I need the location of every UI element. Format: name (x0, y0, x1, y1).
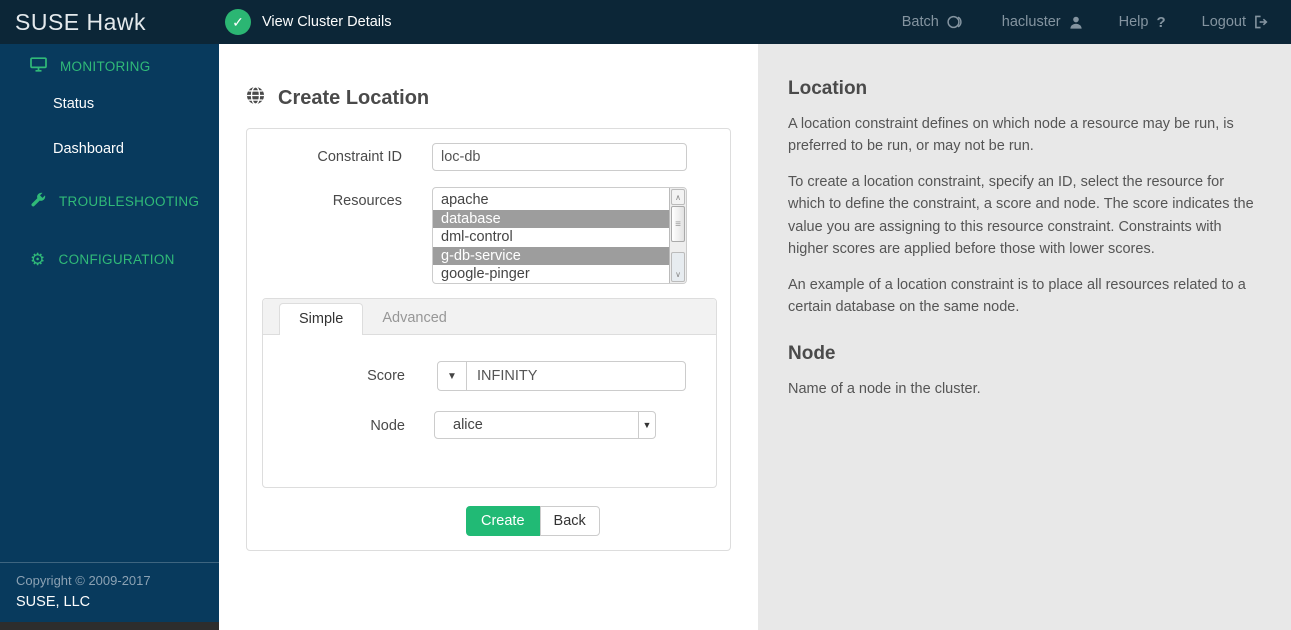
copyright-text: Copyright © 2009-2017 (16, 573, 151, 588)
gear-icon: ⚙ (30, 250, 46, 269)
constraint-id-label: Constraint ID (317, 149, 402, 165)
caret-down-icon: ▼ (447, 370, 457, 382)
node-selected-value: alice (453, 417, 483, 433)
help-icon: ? (1156, 13, 1166, 31)
batch-icon (947, 15, 966, 29)
sidebar-section-configuration[interactable]: ⚙ CONFIGURATION (0, 238, 219, 281)
resource-option[interactable]: google-pinger (433, 265, 669, 283)
sidebar-footer: Copyright © 2009-2017 SUSE, LLC (0, 562, 219, 622)
help-section-node: Node Name of a node in the cluster. (788, 343, 1261, 400)
help-title: Location (788, 78, 868, 99)
sidebar-item-status[interactable]: Status (0, 88, 219, 120)
help-paragraph: Name of a node in the cluster. (788, 380, 981, 397)
help-panel: Location A location constraint defines o… (758, 44, 1291, 630)
score-input[interactable] (466, 361, 686, 391)
sidebar-section-troubleshooting[interactable]: TROUBLESHOOTING (0, 179, 219, 224)
create-button[interactable]: Create (466, 506, 540, 536)
resource-option[interactable]: dml-control (433, 228, 669, 247)
main-content: Create Location Constraint ID Resources … (219, 44, 758, 630)
resources-multiselect[interactable]: apache database dml-control g-db-service… (432, 187, 687, 284)
back-button[interactable]: Back (539, 506, 600, 536)
topnav: Batch hacluster Help ? Logout (902, 14, 1291, 31)
help-paragraph: An example of a location constraint is t… (788, 276, 1246, 316)
score-tab-card: Simple Advanced Score ▼ Node alic (262, 298, 717, 488)
company-text: SUSE, LLC (16, 594, 91, 610)
logout-icon (1254, 15, 1269, 29)
cluster-status-label: View Cluster Details (262, 14, 392, 30)
scroll-down-icon[interactable]: ∨ (671, 252, 685, 282)
sidebar-section-monitoring[interactable]: MONITORING (0, 44, 219, 88)
cluster-ok-check-icon: ✓ (225, 9, 251, 35)
user-menu[interactable]: hacluster (1002, 14, 1083, 30)
resources-options: apache database dml-control g-db-service… (433, 188, 669, 283)
page-title: Create Location (246, 86, 758, 111)
form-actions: Create Back (466, 506, 730, 536)
sidebar-bottom-strip (0, 622, 219, 630)
sidebar: MONITORING Status Dashboard TROUBLESHOOT… (0, 44, 219, 630)
simple-tab-panel: Score ▼ Node alice ▼ (263, 335, 716, 487)
help-paragraph: To create a location constraint, specify… (788, 173, 1254, 258)
score-label: Score (367, 368, 405, 384)
resource-option[interactable]: apache (433, 191, 669, 210)
scrollbar-thumb[interactable]: ≡ (671, 206, 685, 242)
score-preset-dropdown-button[interactable]: ▼ (437, 361, 467, 391)
batch-button[interactable]: Batch (902, 14, 966, 30)
scroll-up-icon[interactable]: ∧ (671, 189, 685, 205)
globe-icon (246, 86, 265, 111)
tab-simple[interactable]: Simple (279, 303, 364, 335)
tab-strip: Simple Advanced (263, 299, 716, 335)
view-cluster-details-link[interactable]: ✓ View Cluster Details (225, 9, 391, 35)
resource-option[interactable]: g-db-service (433, 246, 669, 265)
brand-logo: SUSE Hawk (15, 8, 147, 35)
node-select[interactable]: alice ▼ (434, 411, 656, 439)
sidebar-item-dashboard[interactable]: Dashboard (0, 133, 219, 165)
resources-scrollbar[interactable]: ∧ ≡ ∨ (669, 188, 686, 283)
user-icon (1069, 15, 1083, 30)
help-paragraph: A location constraint defines on which n… (788, 116, 1234, 155)
topbar: SUSE Hawk ✓ View Cluster Details Batch h… (0, 0, 1291, 44)
logout-button[interactable]: Logout (1202, 14, 1269, 30)
caret-down-icon: ▼ (638, 412, 655, 438)
help-title: Node (788, 342, 836, 364)
help-section-location: Location A location constraint defines o… (788, 78, 1261, 319)
node-label: Node (370, 418, 405, 434)
wrench-icon (30, 192, 46, 211)
constraint-id-input[interactable] (432, 143, 687, 171)
resources-label: Resources (332, 193, 402, 209)
resource-option[interactable]: database (433, 209, 669, 228)
tab-advanced[interactable]: Advanced (363, 303, 466, 334)
scrollbar-track[interactable] (670, 242, 686, 251)
create-location-form: Constraint ID Resources apache database … (246, 128, 731, 551)
monitor-icon (30, 57, 47, 75)
help-button[interactable]: Help ? (1119, 14, 1166, 31)
